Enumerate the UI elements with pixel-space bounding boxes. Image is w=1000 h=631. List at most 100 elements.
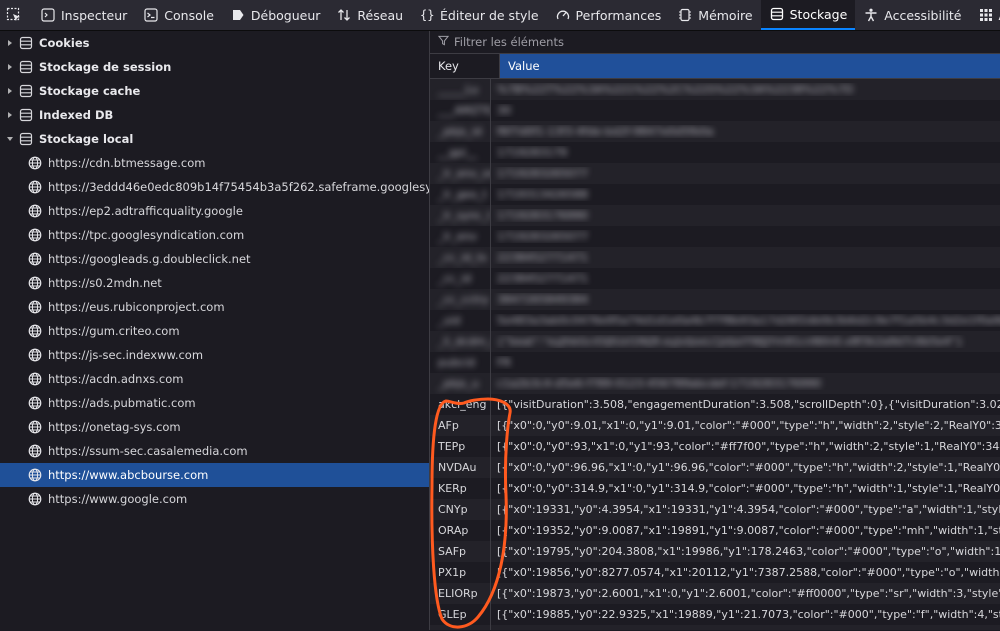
table-row-blurred[interactable]: _cc_id2238452771471 bbox=[430, 268, 1000, 289]
redacted-value: {"beat":"eyJhbGciOiJIUzI1NiJ9.eyJvIjoxLC… bbox=[497, 335, 963, 348]
tree-group-indexed-db[interactable]: Indexed DB bbox=[0, 103, 429, 127]
tab-memoire[interactable]: Mémoire bbox=[669, 0, 760, 30]
table-row-blurred[interactable]: _lr_geo_t1719313426588 bbox=[430, 184, 1000, 205]
inspector-icon bbox=[40, 7, 56, 23]
table-row[interactable]: AFp[{"x0":0,"y0":9.01,"x1":0,"y1":9.01,"… bbox=[430, 415, 1000, 436]
table-row[interactable]: ORAp[{"x0":19352,"y0":9.0087,"x1":19891,… bbox=[430, 520, 1000, 541]
tab-performances[interactable]: Performances bbox=[547, 0, 670, 30]
globe-icon bbox=[28, 348, 42, 362]
tree-item-label: https://ssum-sec.casalemedia.com bbox=[48, 444, 248, 458]
tab-accessibilite[interactable]: Accessibilité bbox=[855, 0, 969, 30]
tree-item-label: https://tpc.googlesyndication.com bbox=[48, 228, 244, 242]
cell-value: [{"x0":0,"y0":9.01,"x1":0,"y1":9.01,"col… bbox=[491, 419, 1000, 432]
table-row[interactable]: TEPp[{"x0":0,"y0":93,"x1":0,"y1":93,"col… bbox=[430, 436, 1000, 457]
globe-icon bbox=[28, 276, 42, 290]
tab-console[interactable]: Console bbox=[135, 0, 222, 30]
redacted-key: _lr_env_src bbox=[438, 167, 491, 180]
chevron-right-icon[interactable] bbox=[4, 61, 16, 73]
tree-group-label: Stockage de session bbox=[39, 60, 171, 74]
table-row-blurred[interactable]: _lr_env1719283265077 bbox=[430, 226, 1000, 247]
chevron-down-icon[interactable] bbox=[4, 133, 16, 145]
chevron-right-icon[interactable] bbox=[4, 85, 16, 97]
cell-value: 1719313426588 bbox=[491, 188, 1000, 201]
table-row-blurred[interactable]: ___AMZTE___30 bbox=[430, 100, 1000, 121]
table-row-blurred[interactable]: _li_dcdm_c{"beat":"eyJhbGciOiJIUzI1NiJ9.… bbox=[430, 331, 1000, 352]
tree-item-origin[interactable]: https://www.google.com bbox=[0, 487, 429, 511]
redacted-value: 1719283265077 bbox=[497, 167, 588, 180]
cell-key: PX1p bbox=[430, 562, 491, 583]
table-row[interactable]: CNYp[{"x0":19331,"y0":4.3954,"x1":19331,… bbox=[430, 499, 1000, 520]
cell-key: ___AMZTE___ bbox=[430, 100, 491, 121]
globe-icon bbox=[28, 372, 42, 386]
redacted-value: %7B%22T%22%3A%221%22%2C%22S%22%3A%2238%2… bbox=[497, 83, 853, 96]
table-row-blurred[interactable]: _cc_cctry3847265849384 bbox=[430, 289, 1000, 310]
tree-item-origin[interactable]: https://3eddd46e0edc809b14f75454b3a5f262… bbox=[0, 175, 429, 199]
redacted-key: _lr_sync_t bbox=[438, 209, 491, 222]
chevron-right-icon[interactable] bbox=[4, 37, 16, 49]
tree-item-origin[interactable]: https://acdn.adnxs.com bbox=[0, 367, 429, 391]
table-row[interactable]: SAFp[{"x0":19795,"y0":204.3808,"x1":1998… bbox=[430, 541, 1000, 562]
table-row[interactable]: KERp[{"x0":0,"y0":314.9,"x1":0,"y1":314.… bbox=[430, 478, 1000, 499]
globe-icon bbox=[28, 252, 42, 266]
filter-input[interactable]: Filtrer les éléments bbox=[454, 35, 564, 49]
tree-group-stockage-local[interactable]: Stockage local bbox=[0, 127, 429, 151]
tree-item-origin[interactable]: https://eus.rubiconproject.com bbox=[0, 295, 429, 319]
table-row-blurred[interactable]: _____Lu%7B%22T%22%3A%221%22%2C%22S%22%3A… bbox=[430, 79, 1000, 100]
table-row-blurred[interactable]: _uid5e483a3ab0c0476e95a74d1d1e0a4b7f7f8b… bbox=[430, 310, 1000, 331]
table-row[interactable]: NVDAu[{"x0":0,"y0":96.96,"x1":0,"y1":96.… bbox=[430, 457, 1000, 478]
table-row[interactable]: ELIORp[{"x0":19873,"y0":2.6001,"x1":0,"y… bbox=[430, 583, 1000, 604]
tree-item-origin[interactable]: https://ssum-sec.casalemedia.com bbox=[0, 439, 429, 463]
column-header-key[interactable]: Key bbox=[430, 54, 500, 78]
column-header-value[interactable]: Value bbox=[500, 54, 1000, 78]
tree-group-stockage-cache[interactable]: Stockage cache bbox=[0, 79, 429, 103]
tree-item-origin[interactable]: https://ep2.adtrafficquality.google bbox=[0, 199, 429, 223]
table-header: Key Value bbox=[430, 54, 1000, 79]
redacted-value: c1a2b3c4-d5e6-f789-0123-456789abcdef-171… bbox=[497, 377, 821, 390]
tree-group-stockage-de-session[interactable]: Stockage de session bbox=[0, 55, 429, 79]
table-row-blurred[interactable]: __gpi__1719283179 bbox=[430, 142, 1000, 163]
table-row-blurred[interactable]: _lr_env_src 1719283265077 bbox=[430, 163, 1000, 184]
tree-group-label: Stockage cache bbox=[39, 84, 140, 98]
cell-key: ELIORp bbox=[430, 583, 491, 604]
accessibility-icon bbox=[863, 7, 879, 23]
tree-item-origin[interactable]: https://www.abcbourse.com bbox=[0, 463, 429, 487]
tab-stockage[interactable]: Stockage bbox=[761, 0, 856, 30]
cell-value: 1719283176990 bbox=[491, 209, 1000, 222]
redacted-key: _lr_env bbox=[438, 230, 477, 243]
tree-item-origin[interactable]: https://js-sec.indexww.com bbox=[0, 343, 429, 367]
table-row[interactable]: akcl_eng[{"visitDuration":3.508,"engagem… bbox=[430, 394, 1000, 415]
tree-item-origin[interactable]: https://tpc.googlesyndication.com bbox=[0, 223, 429, 247]
tree-group-cookies[interactable]: Cookies bbox=[0, 31, 429, 55]
filter-bar[interactable]: Filtrer les éléments bbox=[430, 31, 1000, 54]
tree-item-origin[interactable]: https://gum.criteo.com bbox=[0, 319, 429, 343]
globe-icon bbox=[28, 492, 42, 506]
tree-item-origin[interactable]: https://googleads.g.doubleclick.net bbox=[0, 247, 429, 271]
tab-applications[interactable]: Applications bbox=[970, 0, 1000, 30]
table-row-blurred[interactable]: _cc_id_ts2238452771471 bbox=[430, 247, 1000, 268]
element-picker-button[interactable] bbox=[0, 0, 28, 30]
cell-key: AFp bbox=[430, 415, 491, 436]
tab-editeur-de-style[interactable]: {}Éditeur de style bbox=[411, 0, 547, 30]
table-row-blurred[interactable]: _lr_sync_t1719283176990 bbox=[430, 205, 1000, 226]
redacted-key: _cc_id bbox=[438, 272, 471, 285]
table-row-blurred[interactable]: _pbjs_uc1a2b3c4-d5e6-f789-0123-456789abc… bbox=[430, 373, 1000, 394]
tree-item-origin[interactable]: https://ads.pubmatic.com bbox=[0, 391, 429, 415]
redacted-value: 1719283179 bbox=[497, 146, 567, 159]
chevron-right-icon[interactable] bbox=[4, 109, 16, 121]
tree-item-origin[interactable]: https://cdn.btmessage.com bbox=[0, 151, 429, 175]
redacted-key: pubcid bbox=[438, 356, 475, 369]
tree-item-origin[interactable]: https://s0.2mdn.net bbox=[0, 271, 429, 295]
cell-key: SAFp bbox=[430, 541, 491, 562]
table-row-blurred[interactable]: pubcidFR bbox=[430, 352, 1000, 373]
table-row[interactable]: PX1p[{"x0":19856,"y0":8277.0574,"x1":201… bbox=[430, 562, 1000, 583]
tab-inspecteur[interactable]: Inspecteur bbox=[32, 0, 135, 30]
table-row[interactable]: RNOp[{"x0":19901,"y0":53.3832,"x1":20033… bbox=[430, 625, 1000, 630]
table-row-blurred[interactable]: _pbjs_idf6f7d0f1-13f3-4fde-bd2f-9847e0d5… bbox=[430, 121, 1000, 142]
storage-tree: Cookies Stockage de session Stockage cache… bbox=[0, 31, 430, 630]
cell-value: [{"x0":19856,"y0":8277.0574,"x1":20112,"… bbox=[491, 566, 1000, 579]
tab-reseau[interactable]: Réseau bbox=[328, 0, 411, 30]
tree-item-origin[interactable]: https://onetag-sys.com bbox=[0, 415, 429, 439]
tree-item-label: https://www.abcbourse.com bbox=[48, 468, 208, 482]
table-row[interactable]: GLEp[{"x0":19885,"y0":22.9325,"x1":19889… bbox=[430, 604, 1000, 625]
tab-debogueur[interactable]: Débogueur bbox=[222, 0, 329, 30]
